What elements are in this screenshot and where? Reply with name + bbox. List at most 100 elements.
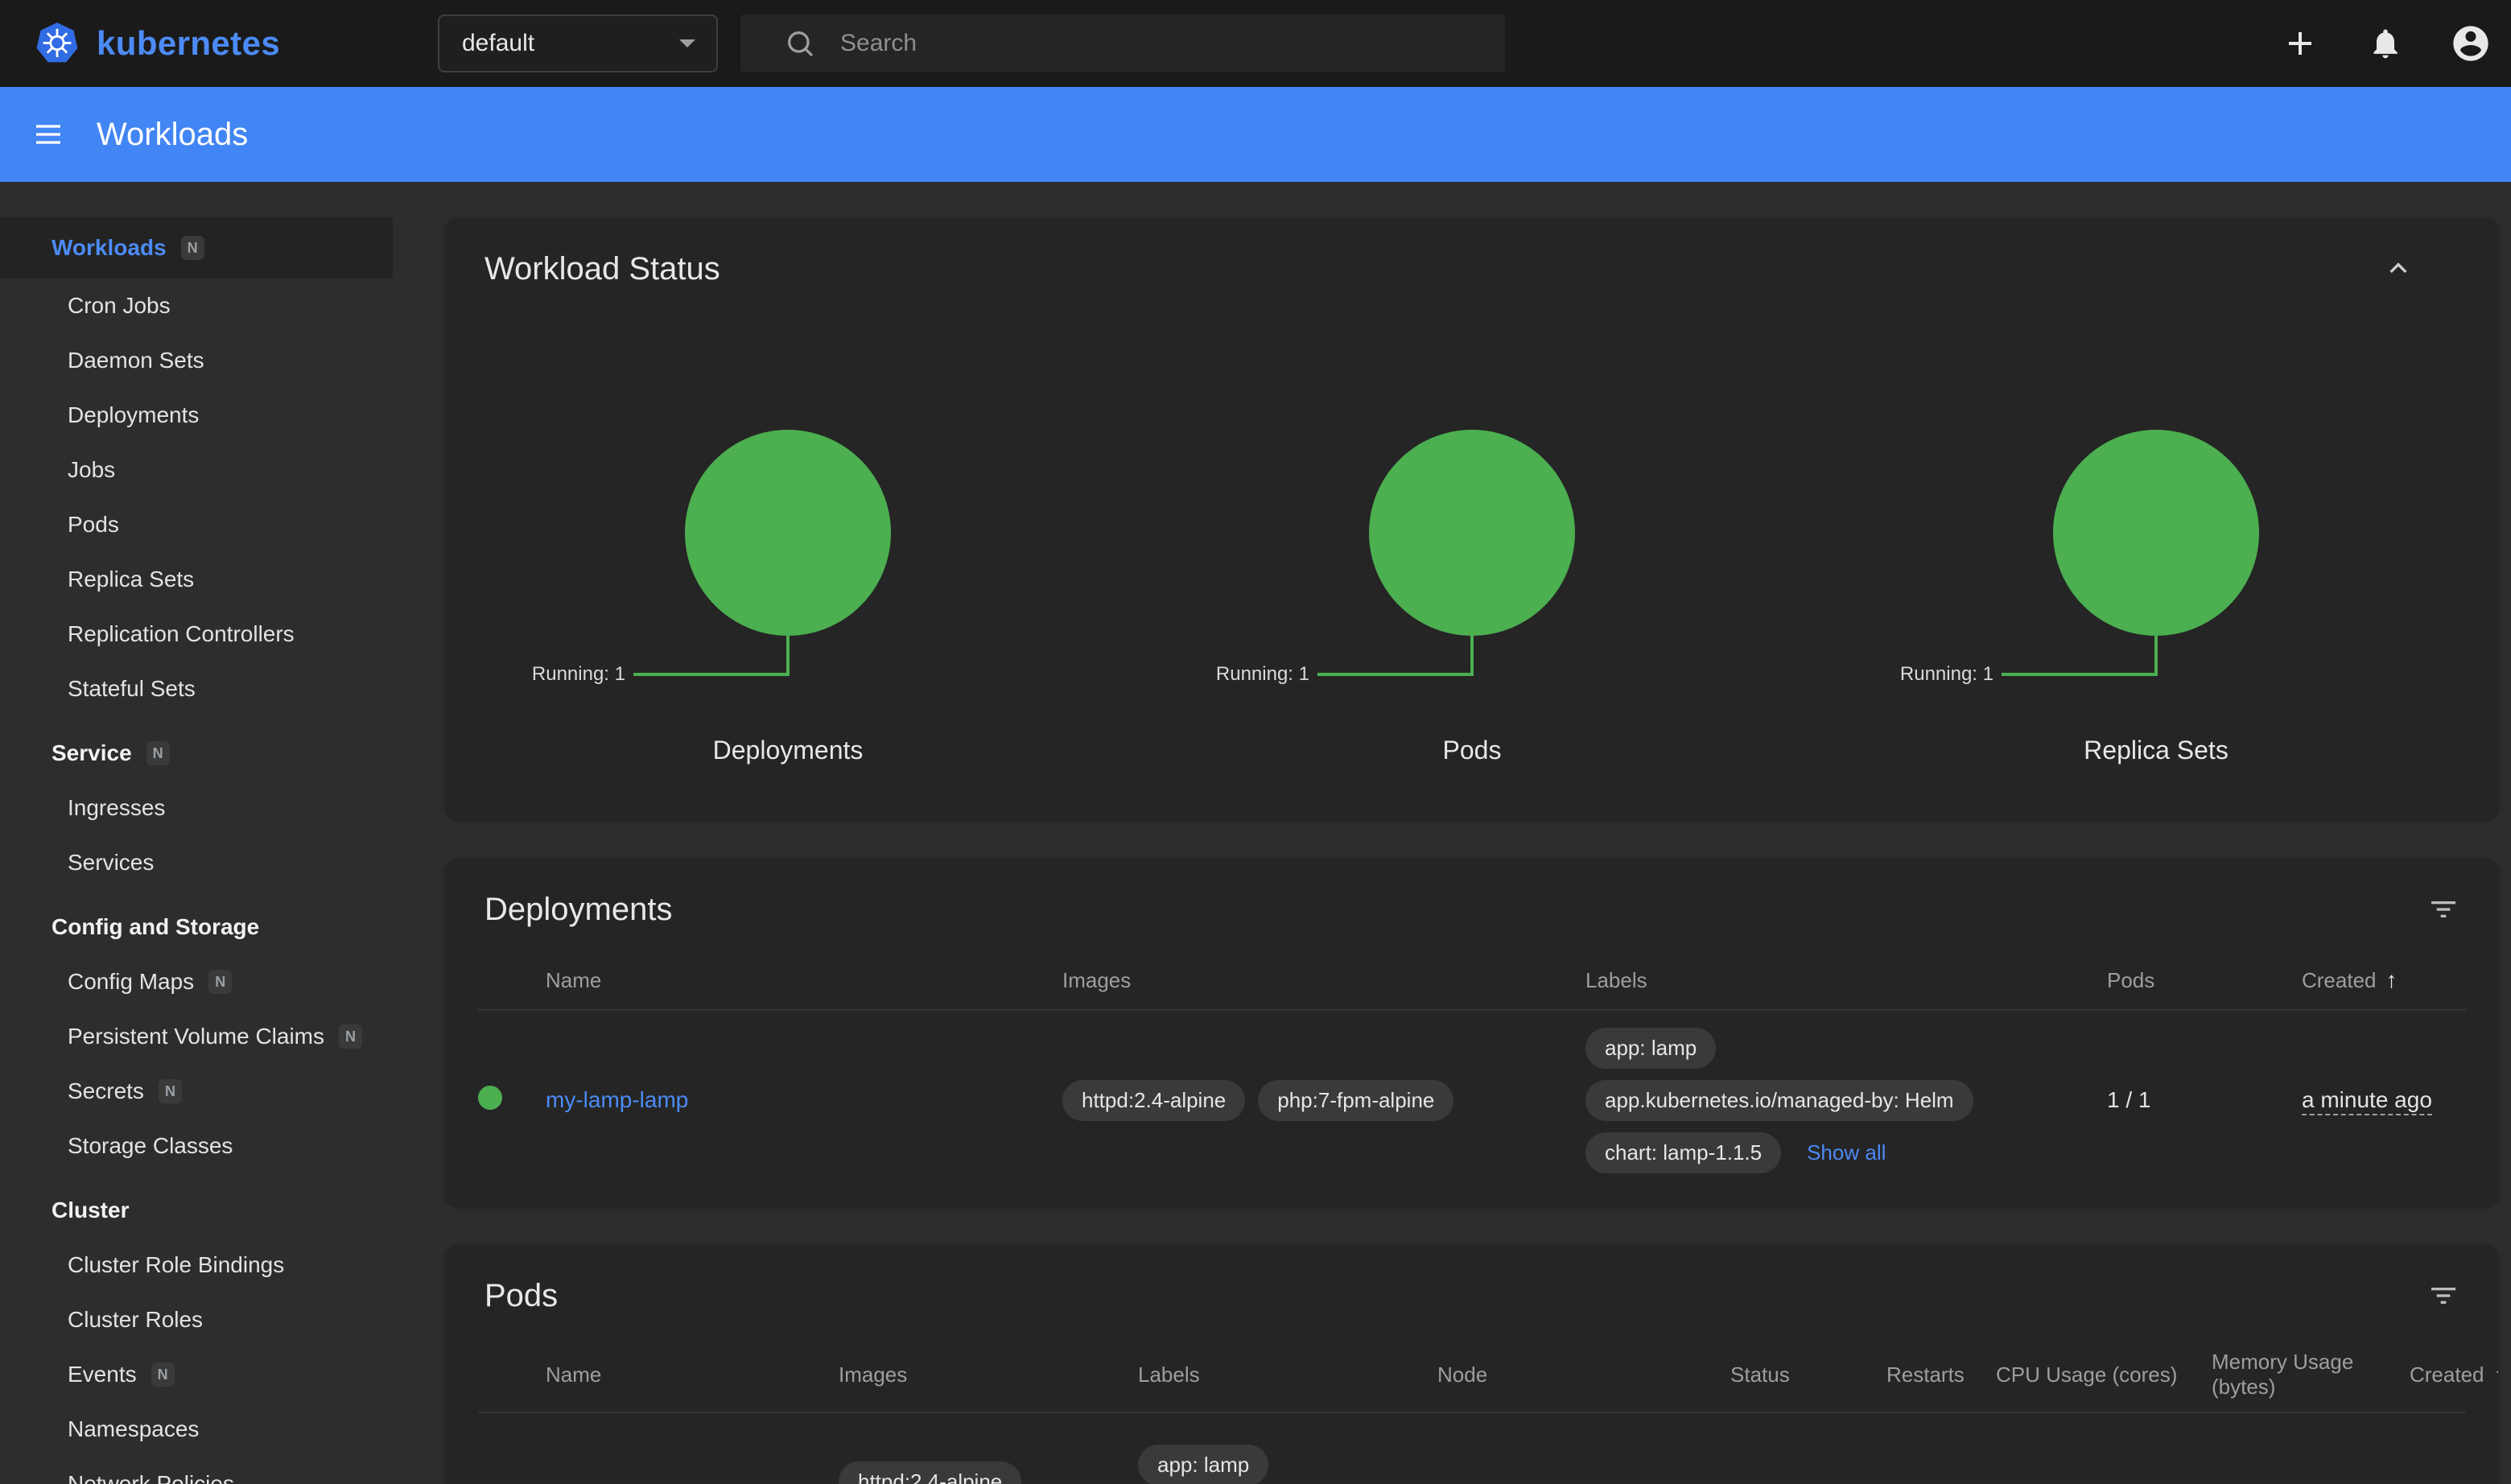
- chart-title: Deployments: [446, 736, 1130, 765]
- new-badge: N: [339, 1024, 362, 1049]
- pie-chart: [685, 430, 891, 636]
- created-column-header[interactable]: Created↑: [2410, 1362, 2498, 1387]
- layout: Workloads N Cron Jobs Daemon Sets Deploy…: [0, 182, 2511, 1484]
- notifications-button[interactable]: [2360, 18, 2411, 69]
- chart-title: Replica Sets: [1814, 736, 2498, 765]
- new-badge: N: [146, 741, 170, 765]
- filter-icon: [2427, 893, 2459, 925]
- deployments-header: Deployments: [446, 858, 2498, 951]
- sidebar-item-label: Deployments: [68, 402, 199, 428]
- plus-icon: [2281, 24, 2319, 63]
- deployment-name-link[interactable]: my-lamp-lamp: [546, 1087, 688, 1112]
- images-column-header: Images: [1062, 968, 1585, 993]
- menu-button[interactable]: [19, 105, 77, 163]
- sidebar-item-ingresses[interactable]: Ingresses: [0, 781, 418, 835]
- labels-last-row: chart: lamp-1.1.5 Show all: [1585, 1132, 1886, 1173]
- workload-status-card: Workload Status Running: 1 Deployments: [446, 217, 2498, 819]
- hamburger-icon: [32, 118, 64, 150]
- memory-column-header: Memory Usage (bytes): [2212, 1350, 2410, 1399]
- name-cell: my-lamp-lamp: [546, 1087, 1062, 1113]
- topbar: kubernetes default: [0, 0, 2511, 87]
- sidebar-item-label: Persistent Volume Claims: [68, 1024, 324, 1049]
- sidebar-item-cron-jobs[interactable]: Cron Jobs: [0, 278, 418, 333]
- sidebar-item-namespaces[interactable]: Namespaces: [0, 1402, 418, 1457]
- deployment-row: my-lamp-lamp httpd:2.4-alpine php:7-fpm-…: [478, 1009, 2466, 1189]
- sidebar-item-daemon-sets[interactable]: Daemon Sets: [0, 333, 418, 388]
- card-title: Workload Status: [484, 251, 720, 287]
- table-header-row: Name Images Labels Pods Created↑: [478, 951, 2466, 1009]
- sidebar-item-label: Stateful Sets: [68, 676, 196, 702]
- deployments-table: Name Images Labels Pods Created↑ my-lamp…: [446, 951, 2498, 1206]
- sidebar-item-replica-sets[interactable]: Replica Sets: [0, 552, 418, 607]
- sidebar-section-label: Cluster: [52, 1198, 129, 1223]
- sidebar-item-label: Config Maps: [68, 969, 194, 995]
- node-column-header: Node: [1437, 1362, 1730, 1387]
- collapse-button[interactable]: [2369, 240, 2427, 298]
- pods-header: Pods: [446, 1244, 2498, 1338]
- legend-connector: [2154, 633, 2158, 676]
- search-bar[interactable]: [740, 14, 1505, 72]
- created-column-header[interactable]: Created↑: [2270, 967, 2466, 993]
- sidebar-item-cluster-roles[interactable]: Cluster Roles: [0, 1292, 418, 1347]
- workload-status-charts: Running: 1 Deployments Running: 1 Pods: [446, 311, 2498, 819]
- sidebar-item-services[interactable]: Services: [0, 835, 418, 890]
- labels-cell: app: lamp app.kubernetes.io/managed-by: …: [1585, 1028, 2076, 1173]
- sidebar-item-label: Services: [68, 850, 154, 876]
- namespace-value: default: [462, 30, 534, 57]
- sidebar-section-label: Service: [52, 740, 132, 766]
- sidebar-item-label: Namespaces: [68, 1416, 199, 1442]
- chart-replica-sets: Running: 1 Replica Sets: [1814, 430, 2498, 803]
- created-header-label: Created: [2410, 1362, 2484, 1387]
- sidebar-item-pods[interactable]: Pods: [0, 497, 418, 552]
- label-chip: app: lamp: [1138, 1445, 1268, 1484]
- namespace-selector[interactable]: default: [438, 14, 718, 72]
- sidebar-item-label: Pods: [68, 512, 119, 538]
- home-link[interactable]: kubernetes: [0, 23, 402, 64]
- status-text-column-header: Status: [1730, 1362, 1886, 1387]
- create-resource-button[interactable]: [2274, 18, 2326, 69]
- sidebar-section-config-and-storage: Config and Storage: [0, 900, 418, 954]
- sidebar-item-label: Network Policies: [68, 1471, 234, 1484]
- show-all-link[interactable]: Show all: [1807, 1140, 1886, 1165]
- legend-connector: [1470, 633, 1474, 676]
- filter-button[interactable]: [2414, 880, 2472, 938]
- filter-icon: [2427, 1280, 2459, 1312]
- sidebar-item-secrets[interactable]: Secrets N: [0, 1064, 418, 1119]
- user-avatar-button[interactable]: [2445, 18, 2497, 69]
- sidebar-section-cluster: Cluster: [0, 1183, 418, 1238]
- sidebar-item-label: Daemon Sets: [68, 348, 204, 373]
- pods-table: Name Images Labels Node Status Restarts …: [446, 1338, 2498, 1484]
- sidebar-section-label: Config and Storage: [52, 914, 259, 940]
- cpu-column-header: CPU Usage (cores): [1996, 1362, 2212, 1387]
- chevron-up-icon: [2385, 256, 2411, 282]
- sort-ascending-icon: ↑: [2386, 967, 2398, 992]
- sidebar-item-label: Storage Classes: [68, 1133, 233, 1159]
- chart-deployments: Running: 1 Deployments: [446, 430, 1130, 803]
- labels-column-header: Labels: [1138, 1362, 1437, 1387]
- created-time: a minute ago: [2302, 1087, 2432, 1115]
- main-content: Workload Status Running: 1 Deployments: [418, 182, 2511, 1484]
- image-chip: httpd:2.4-alpine: [839, 1461, 1021, 1484]
- chart-legend: Running: 1: [1814, 663, 1994, 686]
- sidebar-item-network-policies[interactable]: Network Policies: [0, 1457, 418, 1484]
- sidebar-item-label: Cluster Role Bindings: [68, 1252, 284, 1278]
- sidebar-item-deployments[interactable]: Deployments: [0, 388, 418, 443]
- search-input[interactable]: [840, 30, 1505, 57]
- sidebar-item-cluster-role-bindings[interactable]: Cluster Role Bindings: [0, 1238, 418, 1292]
- label-chip: app.kubernetes.io/managed-by: Helm: [1585, 1080, 1973, 1121]
- sidebar-section-service: Service N: [0, 726, 418, 781]
- sidebar-item-events[interactable]: Events N: [0, 1347, 418, 1402]
- sidebar-item-persistent-volume-claims[interactable]: Persistent Volume Claims N: [0, 1009, 418, 1064]
- chart-legend: Running: 1: [446, 663, 625, 686]
- sidebar-item-workloads[interactable]: Workloads N: [0, 217, 393, 278]
- sidebar-item-label: Jobs: [68, 457, 115, 483]
- sidebar-item-jobs[interactable]: Jobs: [0, 443, 418, 497]
- filter-button[interactable]: [2414, 1267, 2472, 1325]
- chevron-down-icon: [679, 39, 695, 47]
- sidebar-item-replication-controllers[interactable]: Replication Controllers: [0, 607, 418, 662]
- sidebar-item-stateful-sets[interactable]: Stateful Sets: [0, 662, 418, 716]
- sidebar-item-config-maps[interactable]: Config Maps N: [0, 954, 418, 1009]
- appbar: Workloads: [0, 87, 2511, 182]
- sidebar-item-label: Cron Jobs: [68, 293, 171, 319]
- sidebar-item-storage-classes[interactable]: Storage Classes: [0, 1119, 418, 1173]
